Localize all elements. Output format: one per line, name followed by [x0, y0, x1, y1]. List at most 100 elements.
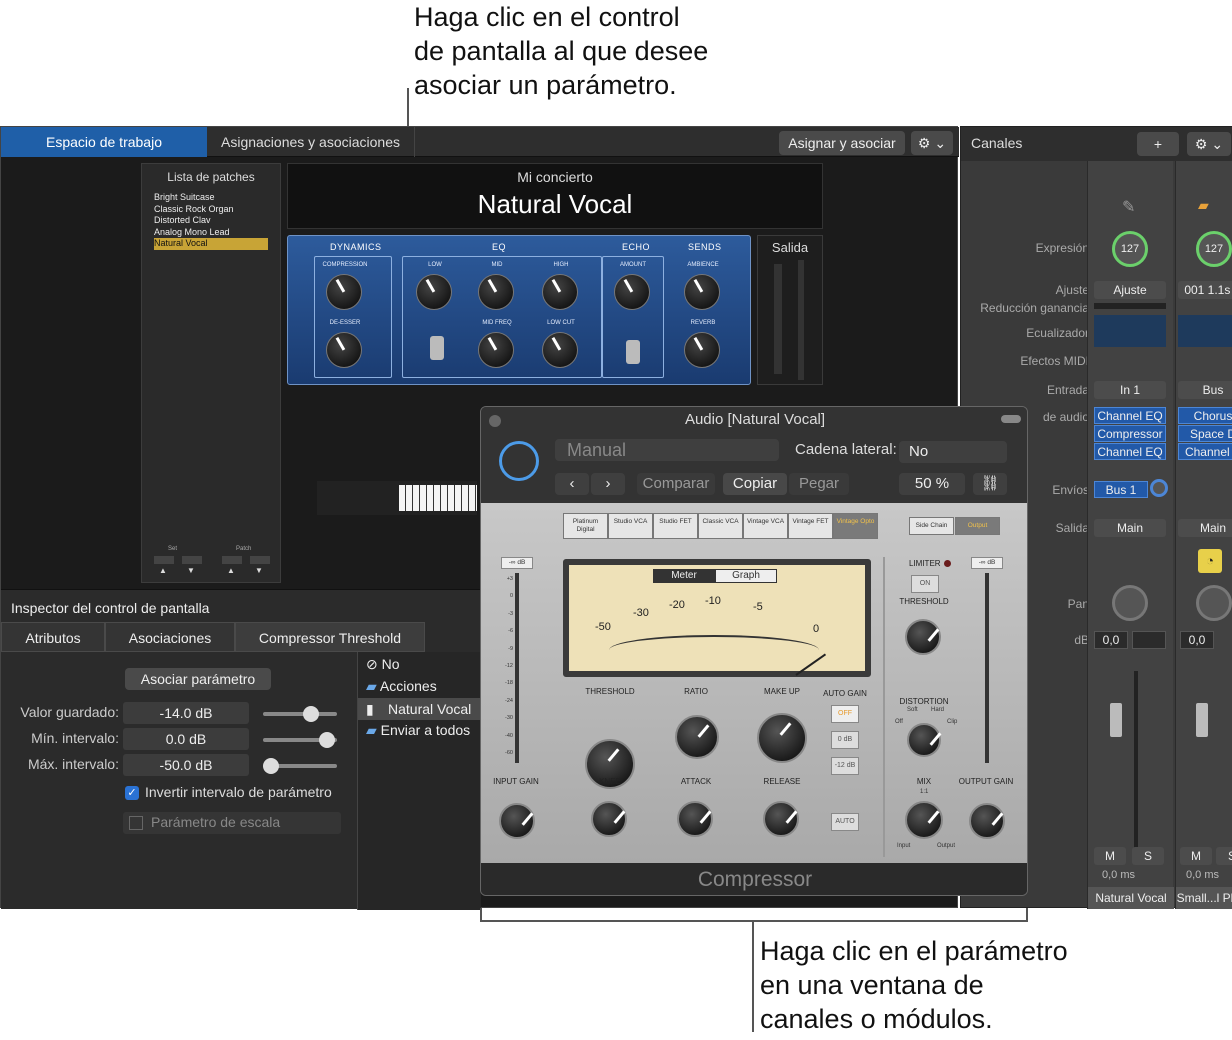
- circuit-type-button[interactable]: Vintage VCA: [743, 513, 788, 539]
- paste-button[interactable]: Pegar: [789, 473, 849, 495]
- distortion-knob[interactable]: [907, 723, 941, 757]
- next-preset-button[interactable]: ›: [591, 473, 625, 495]
- tuner-icon[interactable]: ◔: [1198, 549, 1222, 573]
- zoom-menu[interactable]: 50 %: [899, 473, 965, 495]
- circuit-type-button[interactable]: Vintage FET: [788, 513, 833, 539]
- volume-fader[interactable]: [1110, 703, 1122, 737]
- piano-keys[interactable]: [399, 485, 477, 511]
- power-icon[interactable]: [499, 441, 539, 481]
- input-fader[interactable]: [515, 573, 519, 763]
- eq-high-knob[interactable]: [542, 274, 578, 310]
- echo-toggle-switch[interactable]: [626, 340, 640, 364]
- slider-thumb[interactable]: [303, 706, 319, 722]
- expression-knob[interactable]: 127: [1196, 231, 1232, 267]
- send-slot[interactable]: Bus 1: [1094, 481, 1148, 498]
- tab-attributes[interactable]: Atributos: [1, 622, 105, 652]
- channel-name[interactable]: Small...l Pl: [1176, 887, 1232, 909]
- meter-tab[interactable]: Meter: [653, 569, 715, 583]
- de-esser-knob[interactable]: [326, 332, 362, 368]
- saved-value-stepper[interactable]: -14.0 dB: [123, 702, 249, 724]
- map-parameter-button[interactable]: Asociar parámetro: [125, 668, 271, 690]
- limiter-on-button[interactable]: ON: [911, 575, 939, 593]
- patch-item[interactable]: Analog Mono Lead: [142, 227, 280, 239]
- circuit-type-button[interactable]: Studio FET: [653, 513, 698, 539]
- browser-item[interactable]: ▰ Acciones: [366, 678, 437, 695]
- previous-preset-button[interactable]: ‹: [555, 473, 589, 495]
- scale-checkbox[interactable]: [129, 816, 143, 830]
- patch-item[interactable]: Classic Rock Organ: [142, 204, 280, 216]
- expression-knob[interactable]: 127: [1112, 231, 1148, 267]
- eq-low-cut-knob[interactable]: [542, 332, 578, 368]
- patch-item[interactable]: Bright Suitcase: [142, 192, 280, 204]
- gear-menu-button[interactable]: ⚙ ⌄: [911, 131, 953, 155]
- eq-mid-knob[interactable]: [478, 274, 514, 310]
- solo-button[interactable]: S: [1132, 847, 1164, 865]
- plugin-slot[interactable]: Channel EQ: [1094, 407, 1166, 424]
- knee-knob[interactable]: [591, 801, 627, 837]
- output-slot[interactable]: Main: [1094, 519, 1166, 537]
- send-level-knob[interactable]: [1150, 479, 1168, 497]
- mute-button[interactable]: M: [1180, 847, 1212, 865]
- assign-and-map-button[interactable]: Asignar y asociar: [779, 131, 905, 155]
- preset-menu[interactable]: Manual: [555, 439, 779, 461]
- auto-release-button[interactable]: AUTO: [831, 813, 859, 831]
- scale-parameter-control[interactable]: Parámetro de escala: [123, 812, 341, 834]
- plugin-slot[interactable]: Channel EQ: [1094, 443, 1166, 460]
- sidechain-menu[interactable]: No: [899, 441, 1007, 463]
- auto-gain-off-button[interactable]: OFF: [831, 705, 859, 723]
- input-gain-knob[interactable]: [499, 803, 535, 839]
- output-fader[interactable]: [985, 573, 989, 763]
- patch-prev-button[interactable]: [222, 556, 242, 564]
- tab-mappings[interactable]: Asociaciones: [105, 622, 235, 652]
- output-button[interactable]: Output: [955, 517, 1000, 535]
- side-chain-button[interactable]: Side Chain: [909, 517, 954, 535]
- patch-next-button[interactable]: [250, 556, 270, 564]
- pan-knob[interactable]: [1196, 585, 1232, 621]
- output-gain-knob[interactable]: [969, 803, 1005, 839]
- circuit-type-button-selected[interactable]: Vintage Opto: [833, 513, 878, 539]
- input-slot[interactable]: In 1: [1094, 381, 1166, 399]
- link-icon[interactable]: ⛓: [973, 473, 1007, 495]
- release-knob[interactable]: [763, 801, 799, 837]
- browser-item-selected[interactable]: ▮ Natural Vocal: [358, 698, 482, 720]
- trim-button[interactable]: Ajuste: [1094, 281, 1166, 299]
- auto-gain-0db-button[interactable]: 0 dB: [831, 731, 859, 749]
- reverb-knob[interactable]: [684, 332, 720, 368]
- auto-gain-12db-button[interactable]: -12 dB: [831, 757, 859, 775]
- browser-item[interactable]: ⊘ No: [366, 656, 400, 673]
- circuit-type-button[interactable]: Platinum Digital: [563, 513, 608, 539]
- set-next-button[interactable]: [182, 556, 202, 564]
- eq-thumbnail[interactable]: [1178, 315, 1232, 347]
- volume-fader[interactable]: [1196, 703, 1208, 737]
- mix-knob[interactable]: [905, 801, 943, 839]
- circuit-type-button[interactable]: Classic VCA: [698, 513, 743, 539]
- set-prev-button[interactable]: [154, 556, 174, 564]
- attack-knob[interactable]: [677, 801, 713, 837]
- limiter-threshold-knob[interactable]: [905, 619, 941, 655]
- compare-button[interactable]: Comparar: [637, 473, 715, 495]
- output-slot[interactable]: Main: [1178, 519, 1232, 537]
- slider-thumb[interactable]: [263, 758, 279, 774]
- plugin-slot[interactable]: Space D: [1178, 425, 1232, 442]
- plugin-slot-compressor[interactable]: Compressor: [1094, 425, 1166, 442]
- mute-button[interactable]: M: [1094, 847, 1126, 865]
- channel-name[interactable]: Natural Vocal: [1088, 887, 1174, 909]
- patch-item[interactable]: Distorted Clav: [142, 215, 280, 227]
- trim-button[interactable]: 001 1.1s V: [1178, 281, 1232, 299]
- invert-range-checkbox[interactable]: ✓: [125, 786, 139, 800]
- eq-thumbnail[interactable]: [1094, 315, 1166, 347]
- plugin-slot[interactable]: Channel E: [1178, 443, 1232, 460]
- saved-value-slider[interactable]: [263, 706, 337, 722]
- ratio-knob[interactable]: [675, 715, 719, 759]
- ambience-knob[interactable]: [684, 274, 720, 310]
- add-channel-button[interactable]: +: [1137, 132, 1179, 156]
- make-up-knob[interactable]: [757, 713, 807, 763]
- solo-button[interactable]: S: [1216, 847, 1232, 865]
- graph-tab[interactable]: Graph: [715, 569, 777, 583]
- pan-knob[interactable]: [1112, 585, 1148, 621]
- slider-thumb[interactable]: [319, 732, 335, 748]
- eq-mid-freq-knob[interactable]: [478, 332, 514, 368]
- input-slot[interactable]: Bus: [1178, 381, 1232, 399]
- tab-assignments[interactable]: Asignaciones y asociaciones: [207, 127, 415, 157]
- gear-menu-button[interactable]: ⚙ ⌄: [1187, 132, 1231, 156]
